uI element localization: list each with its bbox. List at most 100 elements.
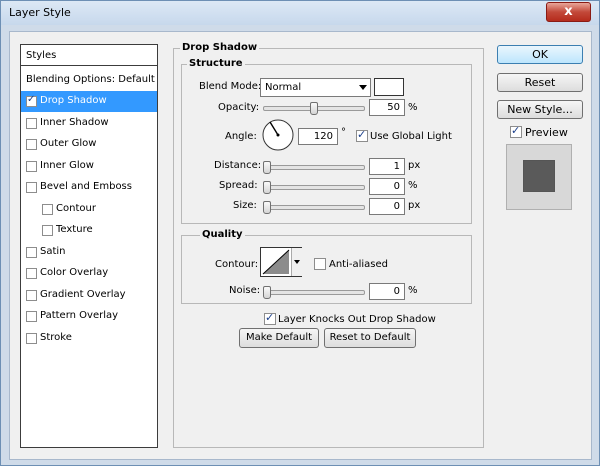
angle-label: Angle: (225, 131, 257, 142)
chevron-down-icon (359, 85, 367, 90)
noise-value: 0 (393, 286, 400, 297)
style-item-texture[interactable]: Texture (21, 220, 157, 241)
contour-label: Contour: (215, 259, 259, 270)
style-checkbox[interactable] (26, 311, 37, 322)
spread-slider-thumb[interactable] (263, 181, 271, 194)
style-checkbox[interactable] (26, 268, 37, 279)
reset-button[interactable]: Reset (497, 73, 583, 92)
size-slider-thumb[interactable] (263, 201, 271, 214)
style-checkbox[interactable] (42, 203, 53, 215)
style-item-label: Bevel and Emboss (40, 181, 132, 192)
style-checkbox[interactable] (26, 139, 37, 150)
opacity-input[interactable]: 50 (369, 99, 405, 116)
distance-unit: px (408, 160, 421, 171)
style-item-bevel-and-emboss[interactable]: Bevel and Emboss (21, 177, 157, 198)
style-item-label: Gradient Overlay (40, 288, 126, 300)
style-item-inner-glow[interactable]: Inner Glow (21, 156, 157, 177)
make-default-button[interactable]: Make Default (239, 328, 319, 348)
style-item-outer-glow[interactable]: Outer Glow (21, 134, 157, 155)
style-item-stroke[interactable]: Stroke (21, 328, 157, 349)
preview-swatch (523, 160, 555, 192)
opacity-label: Opacity: (218, 102, 260, 113)
spread-label: Spread: (219, 180, 258, 191)
blend-mode-value: Normal (265, 82, 302, 93)
spread-slider[interactable] (263, 181, 365, 194)
style-item-label: Contour (56, 202, 96, 214)
styles-header[interactable]: Styles (21, 45, 157, 66)
dialog-body: Styles Blending Options: Default ✓ Drop S… (9, 31, 592, 460)
check-icon: ✓ (357, 128, 367, 141)
style-item-gradient-overlay[interactable]: Gradient Overlay (21, 285, 157, 306)
preview-box (506, 144, 572, 210)
layer-knocks-out-checkbox[interactable]: ✓ (264, 311, 276, 325)
size-value: 0 (393, 201, 400, 212)
style-item-color-overlay[interactable]: Color Overlay (21, 263, 157, 284)
noise-input[interactable]: 0 (369, 283, 405, 300)
close-button[interactable]: x (546, 2, 591, 22)
style-item-label: Drop Shadow (40, 95, 107, 106)
opacity-slider[interactable] (263, 102, 365, 115)
style-checkbox[interactable] (26, 289, 37, 301)
style-item-label: Inner Glow (40, 159, 94, 171)
size-unit: px (408, 200, 421, 211)
distance-slider[interactable] (263, 161, 365, 174)
style-item-drop-shadow[interactable]: ✓ Drop Shadow (21, 91, 157, 112)
angle-dial[interactable] (261, 118, 295, 152)
check-icon: ✓ (27, 94, 36, 105)
use-global-light-checkbox[interactable]: ✓ (356, 128, 368, 142)
chevron-down-icon (294, 260, 300, 264)
style-checkbox[interactable]: ✓ (26, 94, 37, 107)
opacity-value: 50 (387, 102, 400, 113)
use-global-light-label: Use Global Light (370, 131, 452, 142)
opacity-unit: % (408, 102, 418, 113)
opacity-slider-thumb[interactable] (310, 102, 318, 115)
style-item-inner-shadow[interactable]: Inner Shadow (21, 113, 157, 134)
drop-shadow-title: Drop Shadow (180, 42, 260, 53)
style-checkbox[interactable] (26, 332, 37, 344)
preview-checkbox[interactable]: ✓ (510, 124, 522, 138)
layer-style-window: Layer Style x Styles Blending Options: D… (0, 0, 600, 466)
distance-value: 1 (393, 161, 400, 172)
reset-to-default-button[interactable]: Reset to Default (324, 328, 416, 348)
spread-input[interactable]: 0 (369, 178, 405, 195)
noise-slider-thumb[interactable] (263, 286, 271, 299)
style-item-satin[interactable]: Satin (21, 242, 157, 263)
contour-preview-icon (262, 249, 290, 275)
style-item-label: Color Overlay (40, 267, 109, 278)
style-item-label: Stroke (40, 331, 72, 343)
distance-input[interactable]: 1 (369, 158, 405, 175)
title-bar: Layer Style x (1, 1, 599, 25)
ok-button[interactable]: OK (497, 45, 583, 64)
distance-label: Distance: (214, 160, 262, 171)
distance-slider-thumb[interactable] (263, 161, 271, 174)
anti-aliased-checkbox[interactable] (314, 258, 326, 270)
style-item-label: Satin (40, 245, 66, 257)
check-icon: ✓ (511, 124, 521, 137)
blend-mode-label: Blend Mode: (199, 81, 262, 92)
layer-knocks-out-label: Layer Knocks Out Drop Shadow (278, 314, 436, 325)
style-checkbox[interactable] (26, 117, 37, 129)
contour-picker[interactable] (260, 247, 302, 277)
style-item-label: Outer Glow (40, 138, 97, 149)
style-item-pattern-overlay[interactable]: Pattern Overlay (21, 306, 157, 327)
angle-value: 120 (313, 131, 333, 142)
blending-options-item[interactable]: Blending Options: Default (21, 69, 157, 91)
style-checkbox[interactable] (26, 182, 37, 193)
contour-dropdown[interactable] (291, 248, 302, 276)
styles-list: Styles Blending Options: Default ✓ Drop S… (20, 44, 158, 448)
style-item-label: Pattern Overlay (40, 310, 119, 321)
preview-label: Preview (525, 126, 568, 139)
style-checkbox[interactable] (42, 225, 53, 236)
style-checkbox[interactable] (26, 160, 37, 172)
style-item-contour[interactable]: Contour (21, 199, 157, 220)
size-slider[interactable] (263, 201, 365, 214)
new-style-button[interactable]: New Style... (497, 100, 583, 119)
blend-mode-select[interactable]: Normal (260, 78, 371, 97)
angle-input[interactable]: 120 (298, 128, 338, 145)
noise-slider[interactable] (263, 286, 365, 299)
size-input[interactable]: 0 (369, 198, 405, 215)
shadow-color-swatch[interactable] (374, 78, 404, 96)
style-item-label: Inner Shadow (40, 116, 109, 128)
style-checkbox[interactable] (26, 246, 37, 258)
styles-header-label: Styles (26, 50, 57, 61)
